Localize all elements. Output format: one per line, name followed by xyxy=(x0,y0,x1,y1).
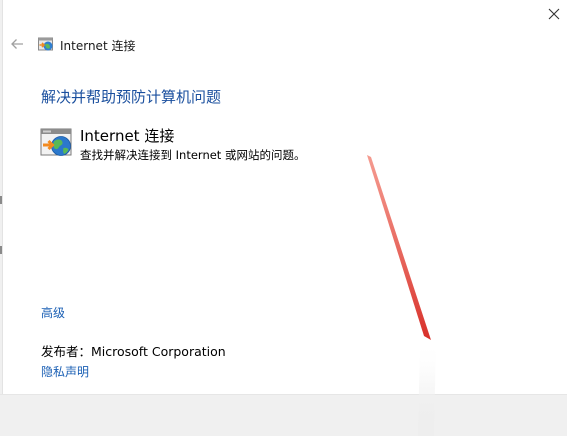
footer-bar xyxy=(0,394,567,436)
privacy-statement-link[interactable]: 隐私声明 xyxy=(41,363,89,380)
left-window-edge xyxy=(0,0,3,436)
page-heading: 解决并帮助预防计算机问题 xyxy=(41,88,222,106)
troubleshooter-item-internet-connection[interactable]: Internet 连接 查找并解决连接到 Internet 或网站的问题。 xyxy=(40,124,420,164)
publisher-info: 发布者：Microsoft Corporation xyxy=(41,344,226,359)
troubleshooter-description: 查找并解决连接到 Internet 或网站的问题。 xyxy=(80,148,306,162)
troubleshooter-title: Internet 连接 xyxy=(80,127,175,145)
back-button[interactable] xyxy=(9,36,25,52)
edge-mark xyxy=(0,246,2,254)
edge-mark xyxy=(0,196,2,204)
internet-connection-icon xyxy=(38,37,53,51)
window-title: Internet 连接 xyxy=(60,39,136,53)
close-button[interactable] xyxy=(541,0,567,28)
close-icon xyxy=(548,8,560,20)
troubleshooter-window: Internet 连接 解决并帮助预防计算机问题 Internet 连接 查找并… xyxy=(0,0,567,436)
back-arrow-icon xyxy=(11,39,23,49)
title-bar: Internet 连接 xyxy=(0,30,400,58)
internet-connection-icon xyxy=(40,128,72,156)
advanced-link[interactable]: 高级 xyxy=(41,304,65,321)
